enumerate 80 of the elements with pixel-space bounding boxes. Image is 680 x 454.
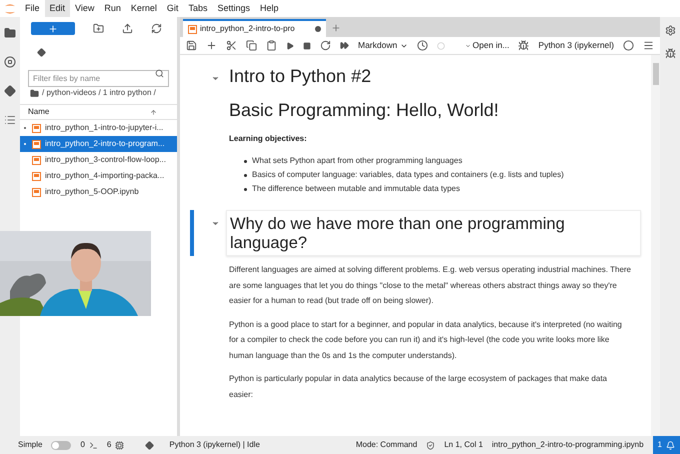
kernel-status[interactable]: Python 3 (ipykernel) | Idle	[169, 439, 260, 451]
paragraph: Different languages are aimed at solving different problems. E.g. web versus operating industrial machines. There are some languages that let you do things "close to the metal" whereas others abstract things away so they're easier for a human to read (but trade off on being slower).	[228, 264, 632, 307]
new-launcher-button[interactable]	[31, 22, 75, 35]
notebook-file-icon	[32, 156, 41, 164]
refresh-icon[interactable]	[151, 23, 162, 34]
terminal-count[interactable]: 0	[80, 439, 85, 451]
file-browser-entry[interactable]: intro_python_2-intro-to-program...	[20, 136, 177, 152]
bold-label: Learning objectives:	[228, 133, 308, 145]
new-folder-icon[interactable]	[93, 23, 104, 34]
heading: Why do we have more than one programming language?	[229, 215, 566, 253]
restart-icon[interactable]	[320, 40, 331, 51]
debugger-icon[interactable]	[518, 40, 530, 51]
plus-icon	[48, 24, 58, 34]
bullet-item: The difference between mutable and immutable data types	[244, 182, 641, 196]
heading: Basic Programming: Hello, World!	[228, 99, 500, 121]
paragraph: Python is a good place to start for a beginner, and popular in data analytics, because it's interpreted (no waiting for a compiler to check the code before you can run it) and it's high-level (the code you write looks more like human language than the 0s and 1s the computer understands).	[228, 318, 623, 362]
kernel-name[interactable]: Python 3 (ipykernel)	[538, 39, 614, 52]
debugger-icon[interactable]	[664, 48, 676, 59]
menu-item[interactable]: Settings	[212, 0, 255, 18]
folder-icon	[30, 88, 39, 98]
menu-item[interactable]: File	[20, 0, 45, 18]
filter-field[interactable]: Filter files by name	[28, 70, 169, 87]
scrollbar-thumb[interactable]	[652, 63, 658, 85]
upload-icon[interactable]	[122, 23, 133, 34]
notebook-tab[interactable]: intro_python_2-intro-to-pro	[183, 19, 326, 37]
clock-icon[interactable]	[417, 40, 428, 51]
run-all-icon[interactable]	[340, 41, 349, 50]
stop-icon[interactable]	[303, 42, 311, 50]
open-in-button[interactable]: Open in...	[464, 39, 510, 52]
breadcrumb[interactable]: / python-videos / 1 intro python /	[42, 87, 156, 99]
menu-icon[interactable]	[643, 40, 654, 51]
collapse-icon[interactable]	[211, 219, 220, 228]
kernel-status-icon	[623, 40, 634, 51]
cut-icon[interactable]	[226, 40, 237, 51]
simple-mode-toggle[interactable]	[51, 440, 72, 450]
kernel-count[interactable]: 6	[106, 439, 112, 451]
kernel-icon[interactable]	[115, 440, 124, 450]
collapse-icon[interactable]	[211, 74, 220, 83]
search-icon[interactable]	[155, 69, 164, 78]
cell-type-dropdown[interactable]: Markdown	[358, 39, 408, 52]
chevron-down-icon	[464, 42, 471, 48]
trusted-icon[interactable]	[426, 440, 436, 450]
notebook-file-icon	[32, 140, 41, 148]
menu-item[interactable]: View	[70, 0, 100, 18]
notebook-file-icon	[32, 188, 41, 196]
heading: Intro to Python #2	[228, 65, 372, 87]
paste-icon[interactable]	[266, 40, 277, 51]
bell-icon	[666, 440, 675, 450]
notebook-file-icon	[188, 24, 197, 34]
menu-item[interactable]: Tabs	[183, 0, 212, 18]
menu-item[interactable]: Run	[99, 0, 126, 18]
settings-icon[interactable]	[664, 25, 676, 36]
menu-item[interactable]: Kernel	[126, 0, 162, 18]
menu-item[interactable]: Help	[254, 0, 284, 18]
running-icon[interactable]	[4, 56, 16, 68]
add-cell-icon[interactable]	[206, 40, 217, 51]
file-browser-entry[interactable]: intro_python_5-OOP.ipynb	[20, 184, 177, 200]
copy-icon[interactable]	[246, 40, 257, 51]
cursor-position[interactable]: Ln 1, Col 1	[444, 439, 483, 451]
notifications-button[interactable]: 1	[652, 436, 680, 454]
sort-icon[interactable]	[150, 108, 157, 116]
paragraph: Python is particularly popular in data analytics because of the large ecosystem of packages that make data easier:	[228, 373, 608, 400]
folder-icon[interactable]	[4, 27, 16, 39]
bullet-item: Basics of computer language: variables, data types and containers (e.g. lists and tuples)	[244, 168, 641, 182]
menu-item[interactable]: Git	[162, 0, 184, 18]
mode-label: Simple	[18, 439, 42, 451]
column-header[interactable]: Name	[28, 106, 50, 118]
bullet-item: What sets Python apart from other programming languages	[244, 154, 641, 168]
notebook-file-icon	[32, 124, 41, 132]
file-browser-entry[interactable]: intro_python_1-intro-to-jupyter-i...	[20, 120, 177, 136]
file-browser-entry[interactable]: intro_python_4-importing-packa...	[20, 168, 177, 184]
menu-item[interactable]: Edit	[44, 0, 70, 18]
file-browser-entry[interactable]: intro_python_3-control-flow-loop...	[20, 152, 177, 168]
file-path[interactable]: intro_python_2-intro-to-programming.ipynb	[492, 439, 644, 451]
notebook-file-icon	[32, 172, 41, 180]
run-icon[interactable]	[286, 42, 294, 50]
mode-status[interactable]: Mode: Command	[356, 439, 418, 451]
app-logo-icon[interactable]	[3, 2, 17, 14]
terminal-icon[interactable]	[88, 440, 98, 450]
save-icon[interactable]	[186, 40, 197, 51]
